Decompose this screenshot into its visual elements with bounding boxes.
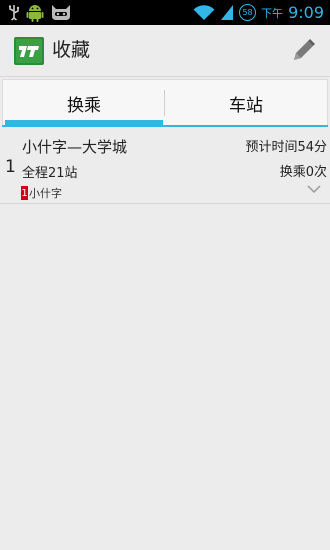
clock-ampm: 下午 xyxy=(261,6,284,20)
route-estimated-time: 预计时间54分 xyxy=(245,140,327,155)
tab-stations[interactable]: 车站 xyxy=(165,80,327,126)
route-stop-count: 全程21站 xyxy=(22,166,78,181)
route-logo-icon[interactable] xyxy=(14,37,44,65)
route-transfer-count: 换乘0次 xyxy=(279,165,327,180)
battery-icon: 58 xyxy=(239,4,257,21)
clock-time: 9:09 xyxy=(288,3,324,22)
tab-label: 换乘 xyxy=(67,95,101,116)
action-bar: 收藏 xyxy=(0,25,330,77)
cyanogen-icon xyxy=(52,5,70,20)
route-name: 小什字—大学城 xyxy=(22,138,128,156)
usb-icon xyxy=(9,5,20,21)
tab-label: 车站 xyxy=(229,95,263,116)
line-station-name: 小什字 xyxy=(29,187,62,200)
system-icons: 58 下午 9:09 xyxy=(193,2,324,23)
line-number-badge: 1 xyxy=(21,186,28,200)
tab-baseline xyxy=(2,125,328,127)
favorites-list: 1 小什字—大学城 预计时间54分 全程21站 换乘0次 1 小什字 xyxy=(0,130,330,204)
list-item[interactable]: 1 小什字—大学城 预计时间54分 全程21站 换乘0次 1 小什字 xyxy=(0,130,330,204)
status-bar: 58 下午 9:09 xyxy=(0,0,330,25)
android-icon xyxy=(26,5,44,22)
tab-transfer[interactable]: 换乘 xyxy=(3,80,165,126)
chevron-down-icon[interactable] xyxy=(307,184,321,194)
page-title: 收藏 xyxy=(52,39,91,61)
pencil-icon[interactable] xyxy=(288,36,318,66)
notification-icons xyxy=(8,2,72,23)
route-line: 1 小什字 xyxy=(21,185,62,201)
route-index: 1 xyxy=(5,157,16,177)
signal-icon xyxy=(221,5,234,20)
wifi-icon xyxy=(193,5,215,20)
tab-bar: 换乘 车站 xyxy=(2,79,328,127)
